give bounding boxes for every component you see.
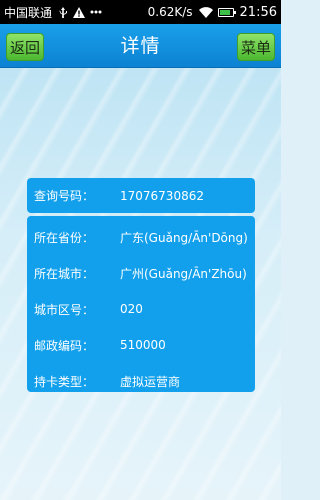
more-icon [90,10,102,14]
detail-label: 所在城市： [34,266,95,281]
detail-label: 邮政编码： [34,338,95,353]
query-row: 查询号码： 17076730862 [27,178,255,213]
wifi-icon [198,6,213,18]
status-bar: 中国联通 0.62K/s 21:56 [0,0,281,24]
detail-row-card-type: 持卡类型： 虚拟运营商 [27,363,255,399]
network-speed: 0.62K/s [147,5,193,19]
detail-row-province: 所在省份： 广东(Guǎng/Ān'Dōng) [27,219,255,255]
battery-icon [217,7,236,17]
detail-value: 虚拟运营商 [120,374,181,389]
detail-row-city: 所在城市： 广州(Guǎng/Ān'Zhōu) [27,255,255,291]
carrier-label: 中国联通 [4,5,53,20]
battery-level [219,9,230,15]
detail-label: 城市区号： [34,302,95,317]
usb-icon [58,6,68,18]
clock: 21:56 [239,4,277,20]
back-button[interactable]: 返回 [6,33,44,61]
detail-label: 持卡类型： [34,374,95,389]
detail-value: 广东(Guǎng/Ān'Dōng) [120,230,248,245]
menu-button[interactable]: 菜单 [237,33,275,61]
warning-icon [73,6,86,18]
query-value: 17076730862 [120,188,204,203]
detail-value: 广州(Guǎng/Ān'Zhōu) [120,266,247,281]
detail-label: 所在省份： [34,230,95,245]
detail-value: 510000 [120,338,166,352]
detail-value: 020 [120,302,143,316]
title-bar: 详情 返回 菜单 [0,24,281,68]
details-card: 所在省份： 广东(Guǎng/Ān'Dōng) 所在城市： 广州(Guǎng/Ā… [27,216,255,392]
detail-row-area-code: 城市区号： 020 [27,291,255,327]
query-label: 查询号码： [34,189,95,203]
query-card: 查询号码： 17076730862 [27,178,255,213]
detail-row-postal-code: 邮政编码： 510000 [27,327,255,363]
